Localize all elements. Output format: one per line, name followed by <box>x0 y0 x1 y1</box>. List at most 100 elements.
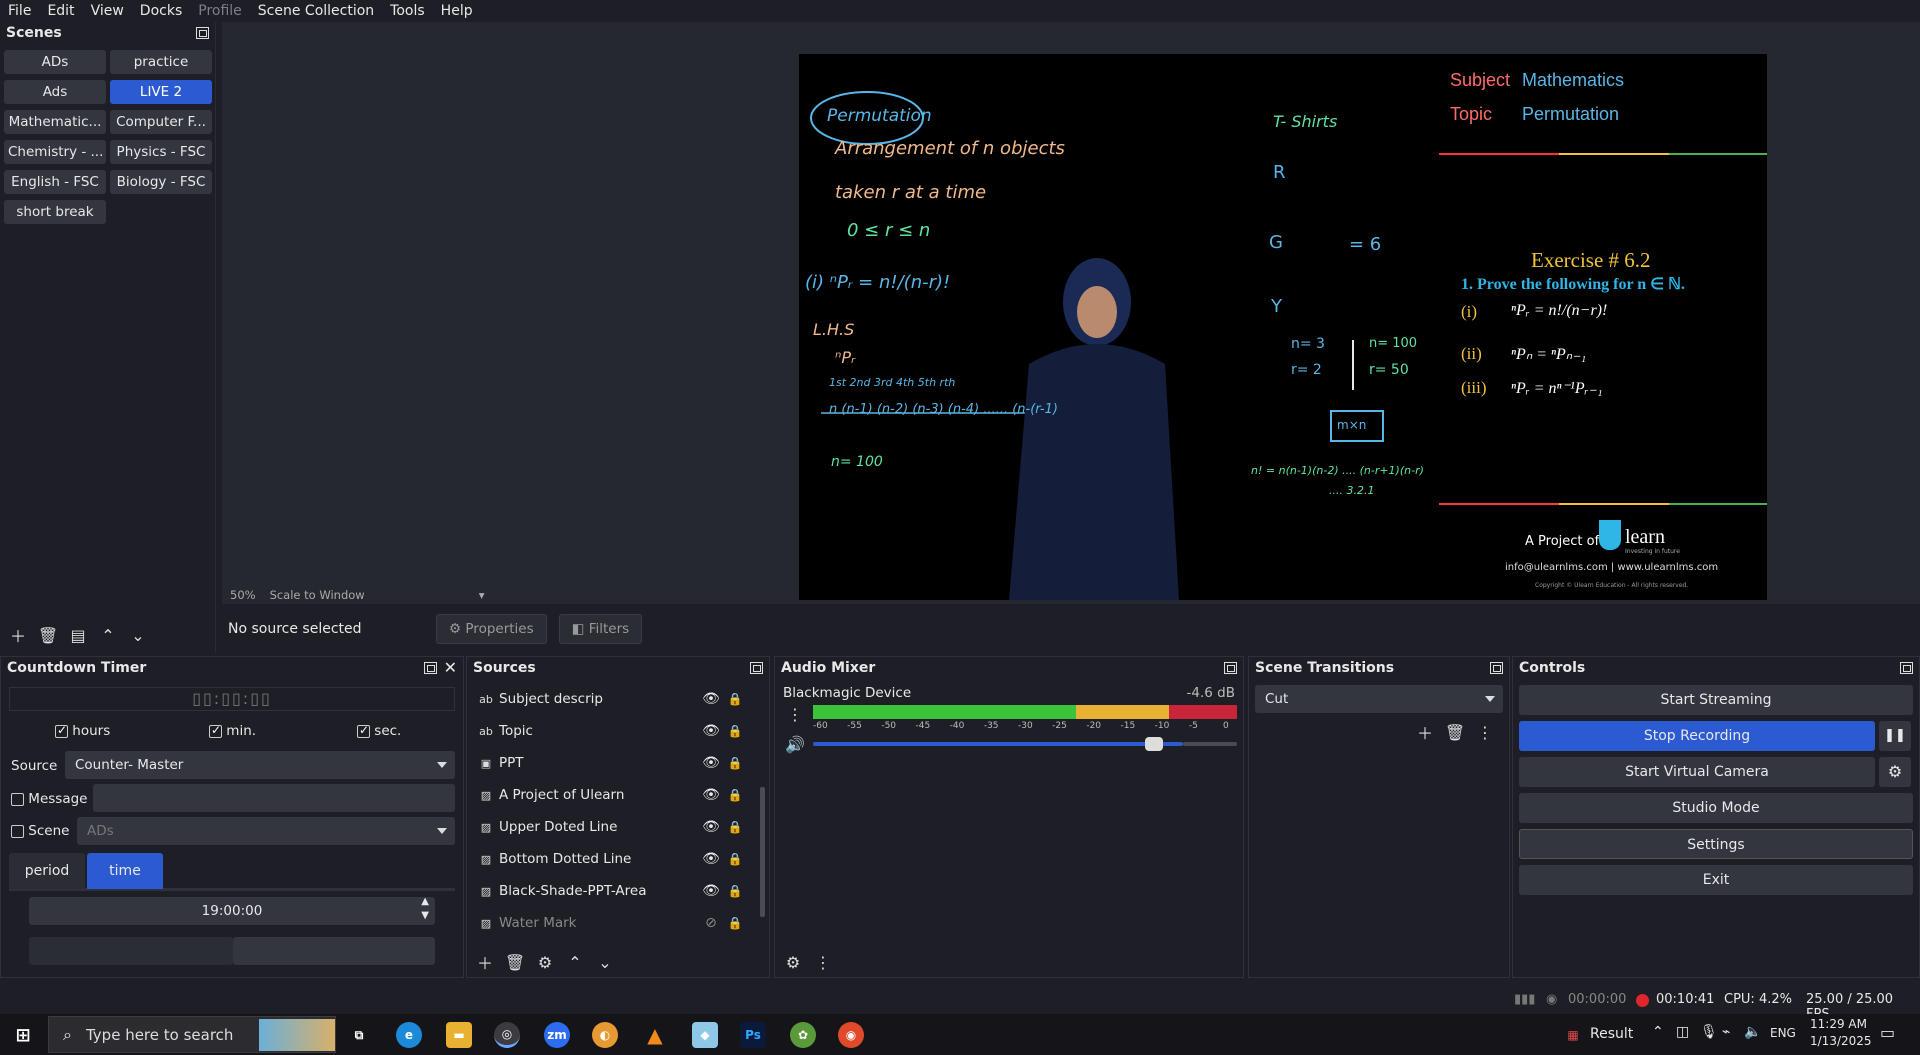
gear-icon[interactable]: ⚙ <box>533 951 557 973</box>
pause-icon[interactable]: ❚❚ <box>1879 721 1911 751</box>
spin-arrows-icon[interactable]: ▲ ▼ <box>421 895 429 923</box>
eye-icon[interactable]: 👁 <box>699 819 723 835</box>
more-options-icon[interactable]: ⋮ <box>811 951 835 973</box>
eye-icon[interactable]: 👁 <box>699 691 723 707</box>
chevron-up-icon[interactable]: ⌃ <box>563 951 587 973</box>
eye-icon[interactable]: 👁 <box>699 723 723 739</box>
menu-docks[interactable]: Docks <box>132 0 190 22</box>
gear-icon[interactable]: ⚙ <box>781 951 805 973</box>
scene-item-active[interactable]: LIVE 2 <box>110 80 212 104</box>
obs-icon[interactable]: ◎ <box>494 1022 520 1048</box>
windows-start-icon[interactable]: ⊞ <box>10 1022 36 1048</box>
menu-view[interactable]: View <box>83 0 132 22</box>
lock-icon[interactable]: 🔒 <box>723 756 747 770</box>
stop-recording-button[interactable]: Stop Recording <box>1519 721 1875 751</box>
scrollbar[interactable] <box>760 787 765 917</box>
eye-icon[interactable]: 👁 <box>699 787 723 803</box>
task-view-icon[interactable]: ⧉ <box>346 1022 372 1048</box>
chevron-down-icon[interactable]: ▾ <box>479 588 485 602</box>
filter-icon[interactable]: ▤ <box>66 624 90 646</box>
menu-scene-collection[interactable]: Scene Collection <box>250 0 382 22</box>
tab-time[interactable]: time <box>87 853 163 889</box>
exit-button[interactable]: Exit <box>1519 865 1913 895</box>
notification-icon[interactable]: ▭ <box>1880 1023 1895 1042</box>
studio-mode-button[interactable]: Studio Mode <box>1519 793 1913 823</box>
chevron-up-icon[interactable]: ⌃ <box>96 624 120 646</box>
source-item[interactable]: ▨ A Project of Ulearn 👁 🔒 <box>467 779 757 811</box>
filters-button[interactable]: ◧ Filters <box>558 614 643 644</box>
speaker-icon[interactable]: 🔊 <box>783 733 807 755</box>
scene-item[interactable]: ADs <box>4 50 106 74</box>
source-item[interactable]: ▨ Bottom Dotted Line 👁 🔒 <box>467 843 757 875</box>
source-item[interactable]: ▨ Water Mark ⊘ 🔒 <box>467 907 757 939</box>
source-item[interactable]: ▨ Upper Doted Line 👁 🔒 <box>467 811 757 843</box>
add-icon[interactable]: ＋ <box>1413 721 1437 743</box>
start-button[interactable] <box>29 937 233 965</box>
edge-icon[interactable]: e <box>396 1022 422 1048</box>
scene-select[interactable]: ADs <box>77 817 455 845</box>
vlc-icon[interactable]: ▲ <box>642 1022 668 1048</box>
source-item[interactable]: ▣ PPT 👁 🔒 <box>467 747 757 779</box>
undock-icon[interactable] <box>1900 662 1913 674</box>
transition-select[interactable]: Cut <box>1255 685 1503 713</box>
add-icon[interactable]: ＋ <box>473 951 497 973</box>
volume-slider-handle[interactable] <box>1145 737 1163 751</box>
time-input[interactable]: 19:00:00 ▲ ▼ <box>29 895 435 925</box>
chrome-icon[interactable]: ◉ <box>838 1022 864 1048</box>
lock-icon[interactable]: 🔒 <box>723 724 747 738</box>
undock-icon[interactable] <box>196 27 209 39</box>
undock-icon[interactable] <box>1490 662 1503 674</box>
menu-tools[interactable]: Tools <box>382 0 433 22</box>
preview-area[interactable]: Permutation Arrangement of n objects tak… <box>222 22 1920 604</box>
zoom-icon[interactable]: zm <box>544 1022 570 1048</box>
sec-checkbox[interactable]: sec. <box>357 723 401 739</box>
scene-item[interactable]: Chemistry - ... <box>4 140 106 164</box>
scene-item[interactable]: Computer F... <box>110 110 212 134</box>
scene-item[interactable]: Biology - FSC <box>110 170 212 194</box>
program-preview[interactable]: Permutation Arrangement of n objects tak… <box>799 54 1767 600</box>
scene-item[interactable]: short break <box>4 200 106 224</box>
start-streaming-button[interactable]: Start Streaming <box>1519 685 1913 715</box>
speaker-mute-icon[interactable]: 🔈 <box>1744 1024 1761 1040</box>
chevron-up-icon[interactable]: ⌃ <box>1652 1024 1664 1040</box>
message-checkbox[interactable]: Message <box>11 791 87 807</box>
chevron-down-icon[interactable]: ⌄ <box>593 951 617 973</box>
message-input[interactable] <box>93 784 455 812</box>
language-indicator[interactable]: ENG <box>1770 1026 1796 1040</box>
lock-icon[interactable]: 🔒 <box>723 884 747 898</box>
undock-icon[interactable] <box>750 662 763 674</box>
source-item[interactable]: ab Subject descrip 👁 🔒 <box>467 683 757 715</box>
source-item[interactable]: ▨ Black-Shade-PPT-Area 👁 🔒 <box>467 875 757 907</box>
scale-mode[interactable]: Scale to Window <box>270 588 365 602</box>
trash-icon[interactable]: 🗑 <box>36 624 60 646</box>
app-icon[interactable]: ◆ <box>692 1022 718 1048</box>
scene-item[interactable]: Mathematic... <box>4 110 106 134</box>
browser-icon[interactable]: ◐ <box>592 1022 618 1048</box>
lock-icon[interactable]: 🔒 <box>723 820 747 834</box>
menu-edit[interactable]: Edit <box>39 0 82 22</box>
menu-file[interactable]: File <box>0 0 39 22</box>
undock-icon[interactable] <box>1224 662 1237 674</box>
camera-icon[interactable]: ◫ <box>1676 1024 1689 1040</box>
source-select[interactable]: Counter- Master <box>65 751 455 779</box>
eye-icon[interactable]: 👁 <box>699 755 723 771</box>
taskbar-search[interactable]: ⌕ Type here to search <box>48 1016 336 1053</box>
trash-icon[interactable]: 🗑 <box>1443 721 1467 743</box>
chevron-down-icon[interactable]: ⌄ <box>126 624 150 646</box>
clock-date[interactable]: 1/13/2025 <box>1810 1034 1872 1048</box>
properties-button[interactable]: ⚙ Properties <box>436 614 547 644</box>
scene-checkbox[interactable]: Scene <box>11 823 69 839</box>
microphone-icon[interactable]: 🎙 <box>1700 1024 1718 1040</box>
eye-hidden-icon[interactable]: ⊘ <box>699 915 723 931</box>
scene-item[interactable]: Ads <box>4 80 106 104</box>
lock-icon[interactable]: 🔒 <box>723 692 747 706</box>
menu-profile[interactable]: Profile <box>190 0 250 22</box>
menu-help[interactable]: Help <box>433 0 481 22</box>
gear-icon[interactable]: ⚙ <box>1879 757 1911 787</box>
tab-period[interactable]: period <box>9 853 85 889</box>
volume-slider[interactable] <box>813 737 1183 751</box>
min-checkbox[interactable]: min. <box>209 723 256 739</box>
photoshop-icon[interactable]: Ps <box>740 1022 766 1048</box>
add-icon[interactable]: ＋ <box>6 624 30 646</box>
undock-icon[interactable] <box>424 662 437 674</box>
